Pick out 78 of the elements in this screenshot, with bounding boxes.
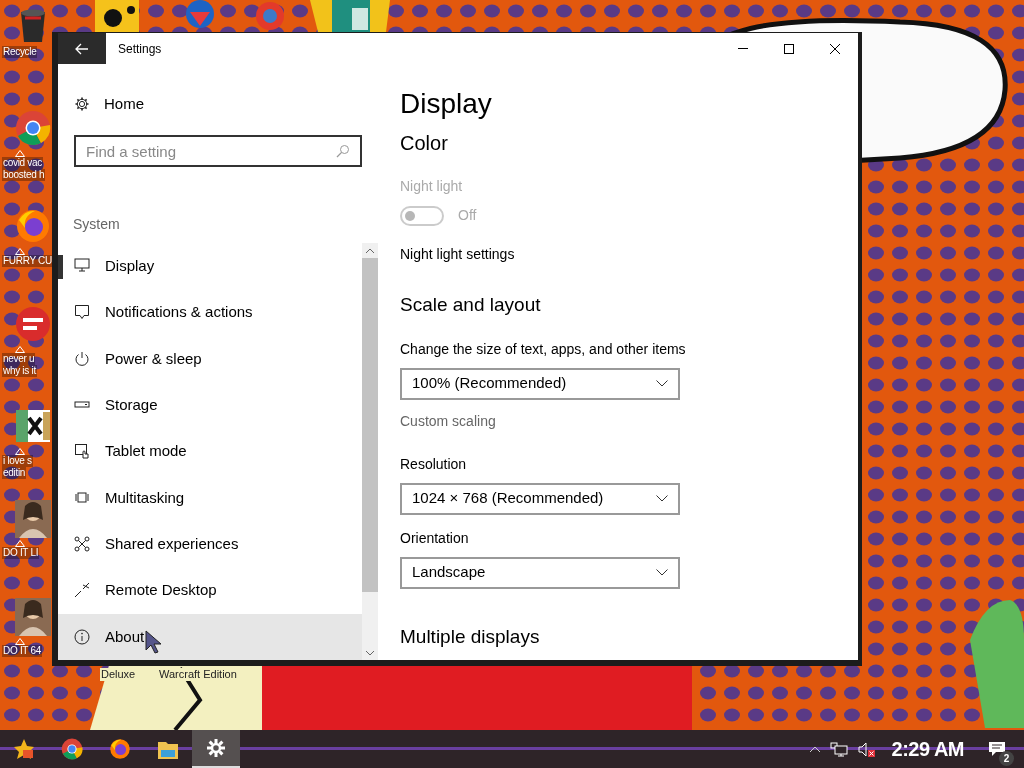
icon-label: Warcraft Edition xyxy=(158,668,238,681)
fox-icon xyxy=(109,738,131,760)
page-title: Display xyxy=(400,87,492,121)
section-heading: System xyxy=(73,215,120,234)
icon-label: never u xyxy=(2,353,36,365)
power-icon xyxy=(74,350,90,367)
resolution-dropdown[interactable]: 1024 × 768 (Recommended) xyxy=(400,482,680,515)
setting-label: Night light xyxy=(400,177,463,196)
icon-label: covid vac xyxy=(2,157,43,169)
sidebar-item[interactable]: Notifications & actions xyxy=(58,289,362,336)
notification-count: 2 xyxy=(999,751,1014,766)
chevron-down-icon xyxy=(656,495,668,502)
portrait-icon[interactable] xyxy=(15,598,51,636)
scale-dropdown[interactable]: 100% (Recommended) xyxy=(400,367,680,400)
show-hidden-icons[interactable] xyxy=(809,746,820,752)
monitor-icon xyxy=(74,258,90,275)
icon-label: why is it xyxy=(2,365,37,377)
setting-label: Change the size of text, apps, and other items xyxy=(400,339,686,359)
section-heading: Scale and layout xyxy=(400,293,541,317)
icon-label: FURRY CU xyxy=(2,255,53,267)
setting-label: Orientation xyxy=(400,528,469,548)
sidebar-item[interactable]: About xyxy=(58,613,362,660)
circle-logo-icon[interactable] xyxy=(15,306,51,344)
portrait-icon[interactable] xyxy=(15,500,51,538)
search-icon xyxy=(336,144,350,158)
maximize-icon xyxy=(784,43,794,54)
multitasking-icon xyxy=(74,489,90,506)
scrollbar[interactable] xyxy=(362,243,378,660)
window-title: Settings xyxy=(118,40,162,58)
icon-label: editin xyxy=(2,467,27,479)
minimize-icon xyxy=(738,47,748,50)
section-heading: Color xyxy=(400,131,448,156)
scrollbar-thumb[interactable] xyxy=(362,258,378,592)
section-heading: Multiple displays xyxy=(400,624,540,649)
gear-icon xyxy=(205,737,227,759)
icon-label: boosted h xyxy=(2,169,46,181)
sidebar-item[interactable]: Storage xyxy=(58,382,362,429)
icon-label: DO IT LI xyxy=(2,547,40,559)
browser-icon[interactable] xyxy=(15,110,51,148)
toggle-state: Off xyxy=(458,206,477,225)
sidebar-item[interactable]: Remote Desktop xyxy=(58,567,362,614)
speech-bubble-icon xyxy=(74,304,90,321)
mouse-cursor xyxy=(145,630,161,654)
info-icon xyxy=(74,628,90,645)
home-link[interactable]: Home xyxy=(58,88,152,120)
settings-link[interactable]: Night light settings xyxy=(400,244,515,265)
icon-label: DO IT 64 xyxy=(2,645,42,657)
scroll-down-icon xyxy=(366,651,374,656)
tablet-icon xyxy=(74,443,90,460)
back-arrow-icon xyxy=(75,42,89,55)
sidebar-item[interactable]: Multitasking xyxy=(58,474,362,521)
icon-label: Deluxe xyxy=(100,668,137,681)
sidebar-item[interactable]: Display xyxy=(58,243,362,290)
app-icon[interactable] xyxy=(95,0,139,32)
back-button[interactable] xyxy=(58,33,106,64)
settings-link[interactable]: Custom scaling xyxy=(400,410,496,432)
remote-desktop-icon xyxy=(74,582,90,599)
action-center-icon xyxy=(988,741,1006,757)
search-field[interactable]: Find a setting xyxy=(74,135,362,167)
sidebar-item[interactable]: Power & sleep xyxy=(58,335,362,382)
browser-icon xyxy=(61,738,83,760)
close-icon xyxy=(830,43,840,54)
sidebar-item[interactable]: Shared experiences xyxy=(58,520,362,568)
sidebar-item[interactable]: Tablet mode xyxy=(58,428,362,475)
orientation-dropdown[interactable]: Landscape xyxy=(400,556,680,589)
icon-label: i love s xyxy=(2,455,33,467)
chevron-down-icon xyxy=(656,569,668,576)
scroll-up-icon xyxy=(366,248,374,253)
clock[interactable]: 2:29 AM xyxy=(891,734,964,764)
icon-label: Recycle xyxy=(2,46,38,58)
setting-label: Resolution xyxy=(400,454,467,474)
taskbar-app[interactable] xyxy=(192,730,240,768)
network-nodes-icon xyxy=(74,536,90,553)
game-icon xyxy=(13,738,35,760)
gear-icon xyxy=(74,96,90,112)
network-icon[interactable] xyxy=(829,741,848,757)
chevron-down-icon xyxy=(656,380,668,387)
volume-muted-icon[interactable] xyxy=(857,741,876,757)
